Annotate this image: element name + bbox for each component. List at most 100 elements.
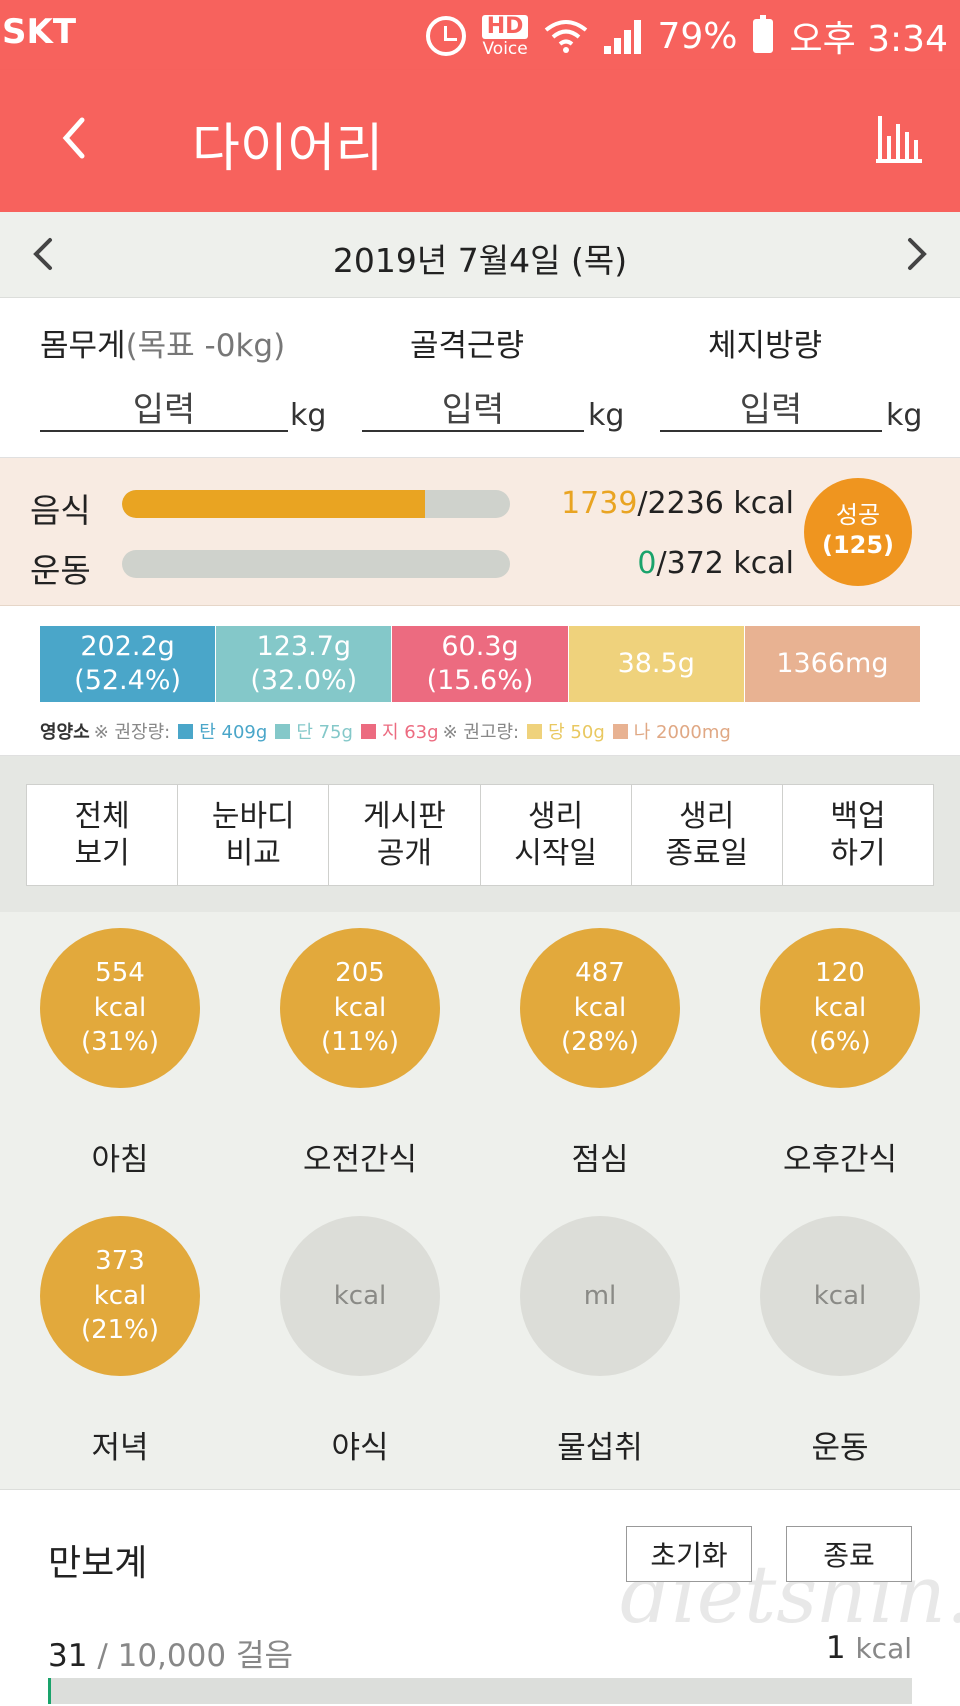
carb-segment: 202.2g (52.4%) xyxy=(40,626,217,702)
food-kcal: 1739/2236 kcal xyxy=(561,486,794,521)
muscle-input[interactable]: 입력 xyxy=(362,382,584,432)
backup-button[interactable]: 백업 하기 xyxy=(783,785,933,885)
sugar-swatch xyxy=(527,723,543,739)
meal-name: 물섭취 xyxy=(557,1430,643,1466)
board-publish-button[interactable]: 게시판 공개 xyxy=(329,785,481,885)
food-target: /2236 kcal xyxy=(637,486,794,521)
reset-button[interactable]: 초기화 xyxy=(626,1526,752,1582)
muscle-measure: 골격근량 입력 kg xyxy=(362,320,624,433)
carb-swatch xyxy=(178,723,194,739)
meal-name: 아침 xyxy=(91,1142,149,1178)
fat-input[interactable]: 입력 xyxy=(660,382,882,432)
meal-breakfast[interactable]: 554 kcal (31%) 아침 xyxy=(20,928,220,1179)
legend-sugar: 당 50g xyxy=(548,722,605,743)
fat-measure: 체지방량 입력 kg xyxy=(660,320,922,433)
water-ml-circle[interactable]: ml xyxy=(520,1216,680,1376)
alarm-icon xyxy=(425,16,466,56)
food-current: 1739 xyxy=(561,486,638,521)
action-bar: 전체 보기 눈바디 비교 게시판 공개 생리 시작일 생리 종료일 백업 하기 xyxy=(0,756,960,912)
food-progress-bar xyxy=(122,490,510,518)
hd-voice-icon: HD Voice xyxy=(481,14,529,59)
wifi-icon xyxy=(545,20,588,53)
period-start-button[interactable]: 생리 시작일 xyxy=(481,785,632,885)
clock: 오후 3:34 xyxy=(789,19,948,60)
muscle-unit: kg xyxy=(588,398,625,433)
next-day-icon[interactable] xyxy=(902,234,932,274)
success-label: 성공 xyxy=(835,501,881,529)
weight-label: 몸무게(목표 -0kg) xyxy=(40,328,286,364)
meal-name: 저녁 xyxy=(91,1430,149,1466)
period-end-button[interactable]: 생리 종료일 xyxy=(632,785,783,885)
pedometer-panel: dietshin.com 만보계 초기화 종료 31 / 10,000 걸음 1… xyxy=(0,1490,960,1706)
water-intake[interactable]: ml 물섭취 xyxy=(500,1216,700,1467)
voice-label: Voice xyxy=(482,38,528,59)
meal-name: 운동 xyxy=(811,1430,869,1466)
pedometer-title: 만보계 xyxy=(48,1543,148,1584)
exercise-target: /372 kcal xyxy=(656,546,795,581)
exercise-entry[interactable]: kcal 운동 xyxy=(740,1216,940,1467)
success-count: (125) xyxy=(821,531,895,559)
meal-grid: 554 kcal (31%) 아침 205 kcal (11%) 오전간식 487 kca… xyxy=(0,912,960,1490)
bar-chart-icon[interactable] xyxy=(874,114,924,164)
date-navigator: 2019년 7월4일 (목) xyxy=(0,212,960,298)
step-progress-fill xyxy=(48,1678,51,1704)
view-all-button[interactable]: 전체 보기 xyxy=(27,785,179,885)
weight-input[interactable]: 입력 xyxy=(40,382,288,432)
meal-name: 오후간식 xyxy=(782,1142,898,1178)
step-goal: / 10,000 걸음 xyxy=(97,1638,293,1674)
muscle-label: 골격근량 xyxy=(410,328,525,364)
legend-sodium: 나 2000mg xyxy=(633,722,731,743)
action-grid: 전체 보기 눈바디 비교 게시판 공개 생리 시작일 생리 종료일 백업 하기 xyxy=(26,784,934,886)
meal-dinner[interactable]: 373 kcal (21%) 저녁 xyxy=(20,1216,220,1467)
weight-measure: 몸무게(목표 -0kg) 입력 kg xyxy=(40,320,326,433)
page-title: 다이어리 xyxy=(192,119,384,179)
meal-kcal-circle[interactable]: 120 kcal (6%) xyxy=(760,928,920,1088)
battery-icon xyxy=(753,15,774,53)
meal-lunch[interactable]: 487 kcal (28%) 점심 xyxy=(500,928,700,1179)
nutrient-panel: 202.2g (52.4%) 123.7g (32.0%) 60.3g (15.6%)… xyxy=(0,606,960,756)
meal-kcal-circle[interactable]: 373 kcal (21%) xyxy=(40,1216,200,1376)
fat-swatch xyxy=(360,723,376,739)
calorie-summary: 음식 1739/2236 kcal 운동 0/372 kcal 성공 (125) xyxy=(0,458,960,606)
hd-label: HD xyxy=(481,14,529,39)
meal-afternoon-snack[interactable]: 120 kcal (6%) 오후간식 xyxy=(740,928,940,1179)
legend-carb: 탄 409g xyxy=(199,722,268,743)
nutrient-legend: 영양소 ※ 권장량: 탄 409g 단 75g 지 63g ※ 권고량: 당 5… xyxy=(40,718,731,744)
carrier-label: SKT xyxy=(2,12,77,52)
success-badge[interactable]: 성공 (125) xyxy=(804,478,912,586)
step-progress-bar xyxy=(48,1678,912,1704)
food-label: 음식 xyxy=(30,491,91,530)
meal-morning-snack[interactable]: 205 kcal (11%) 오전간식 xyxy=(260,928,460,1179)
fat-unit: kg xyxy=(886,398,923,433)
food-progress-fill xyxy=(122,490,425,518)
weight-goal: (목표 -0kg) xyxy=(125,328,286,364)
signal-icon xyxy=(604,18,642,54)
meal-late-snack[interactable]: kcal 야식 xyxy=(260,1216,460,1467)
app-bar: 다이어리 xyxy=(0,70,960,212)
exercise-progress-bar xyxy=(122,550,510,578)
legend-fat: 지 63g xyxy=(381,722,439,743)
back-arrow-icon[interactable] xyxy=(52,106,104,170)
meal-kcal-circle[interactable]: 205 kcal (11%) xyxy=(280,928,440,1088)
meal-kcal-circle[interactable]: 554 kcal (31%) xyxy=(40,928,200,1088)
meal-kcal-circle[interactable]: 487 kcal (28%) xyxy=(520,928,680,1088)
stop-button[interactable]: 종료 xyxy=(786,1526,912,1582)
nutrient-bar[interactable]: 202.2g (52.4%) 123.7g (32.0%) 60.3g (15.6%)… xyxy=(40,626,921,702)
exercise-kcal: 0/372 kcal xyxy=(637,546,794,581)
body-measures: 몸무게(목표 -0kg) 입력 kg 골격근량 입력 kg 체지방량 입력 kg xyxy=(0,298,960,458)
meal-name: 오전간식 xyxy=(302,1142,418,1178)
exercise-kcal-circle[interactable]: kcal xyxy=(760,1216,920,1376)
current-date[interactable]: 2019년 7월4일 (목) xyxy=(0,234,960,282)
sodium-segment: 1366mg xyxy=(744,626,921,702)
fat-segment: 60.3g (15.6%) xyxy=(392,626,569,702)
sodium-swatch xyxy=(612,723,628,739)
meal-kcal-circle[interactable]: kcal xyxy=(280,1216,440,1376)
fat-label: 체지방량 xyxy=(708,328,823,364)
exercise-label: 운동 xyxy=(30,551,91,590)
body-compare-button[interactable]: 눈바디 비교 xyxy=(178,785,330,885)
status-bar: SKT HD Voice 79% 오후 3:34 xyxy=(0,0,960,70)
step-count: 31 / 10,000 걸음 xyxy=(48,1638,293,1674)
legend-limit-label: ※ 권고량: xyxy=(442,722,520,743)
meal-name: 야식 xyxy=(331,1430,389,1466)
legend-protein: 단 75g xyxy=(296,722,353,743)
